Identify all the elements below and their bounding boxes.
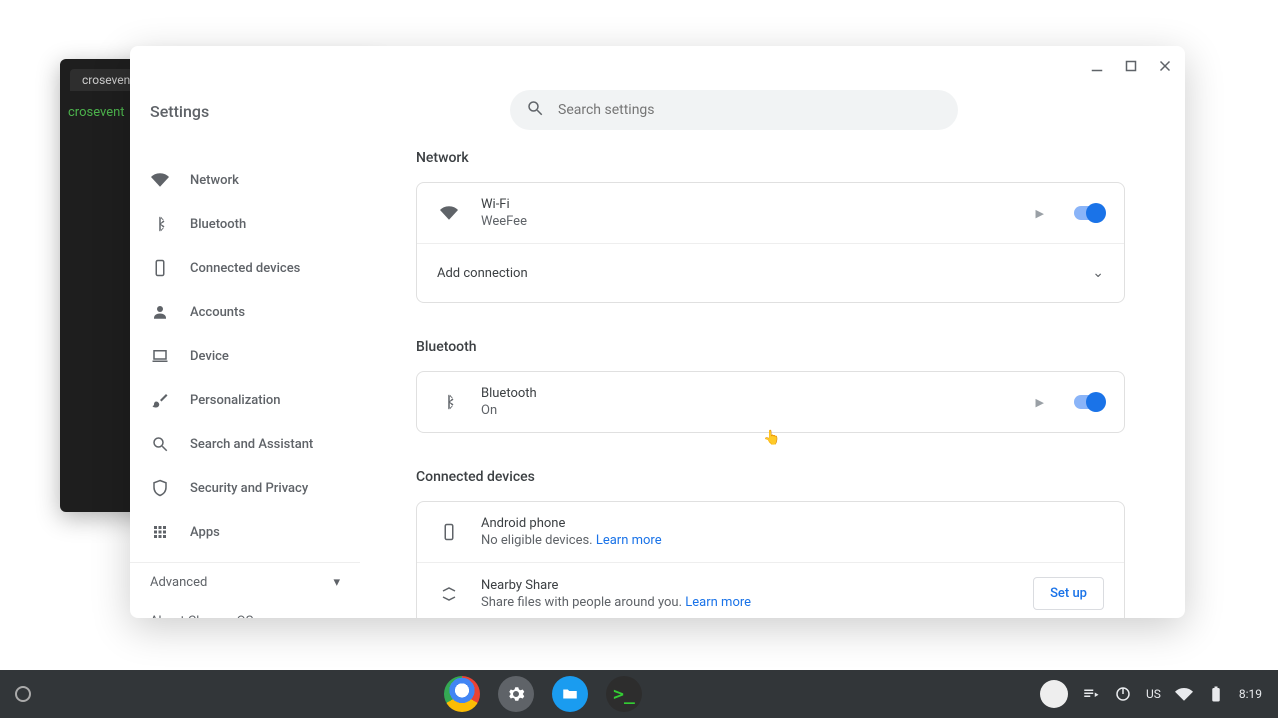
battery-tray-icon <box>1207 685 1225 703</box>
android-title: Android phone <box>481 516 1104 531</box>
settings-app[interactable] <box>498 676 534 712</box>
sidebar-item-label: Search and Assistant <box>190 437 313 452</box>
network-card: Wi-Fi WeeFee ▶ Add connection ⌄ <box>416 182 1125 303</box>
apps-icon <box>150 522 170 542</box>
nearby-icon <box>437 582 461 606</box>
sidebar-item-label: Security and Privacy <box>190 481 308 496</box>
shelf: >_ US 8:19 <box>0 670 1278 718</box>
bluetooth-title: Bluetooth <box>481 386 1036 401</box>
bluetooth-status: On <box>481 403 1036 418</box>
wifi-icon <box>150 170 170 190</box>
terminal-prompt: crosevent <box>68 105 125 120</box>
sidebar-item-label: Connected devices <box>190 261 300 276</box>
section-title-connected: Connected devices <box>416 469 1125 485</box>
nearby-sub: Share files with people around you. Lear… <box>481 595 1033 610</box>
shelf-apps: >_ <box>46 676 1040 712</box>
sidebar-about[interactable]: About Chrome OS <box>130 602 360 618</box>
wifi-row[interactable]: Wi-Fi WeeFee ▶ <box>417 183 1124 244</box>
terminal-app[interactable]: >_ <box>606 676 642 712</box>
sidebar-item-search[interactable]: Search and Assistant <box>130 422 360 466</box>
brush-icon <box>150 390 170 410</box>
sidebar-item-label: Personalization <box>190 393 281 408</box>
bluetooth-toggle[interactable] <box>1074 395 1104 409</box>
setup-button[interactable]: Set up <box>1033 577 1104 610</box>
sidebar-item-label: Device <box>190 349 229 364</box>
sidebar-item-connected[interactable]: Connected devices <box>130 246 360 290</box>
section-title-network: Network <box>416 150 1125 166</box>
nearby-share-row[interactable]: Nearby Share Share files with people aro… <box>417 563 1124 618</box>
sidebar-item-label: Network <box>190 173 239 188</box>
sidebar-item-label: Accounts <box>190 305 245 320</box>
wifi-name: WeeFee <box>481 214 1036 229</box>
add-connection-row[interactable]: Add connection ⌄ <box>417 244 1124 302</box>
android-phone-row[interactable]: Android phone No eligible devices. Learn… <box>417 502 1124 563</box>
playlist-icon[interactable] <box>1082 685 1100 703</box>
clock[interactable]: 8:19 <box>1239 687 1262 701</box>
search-icon <box>150 434 170 454</box>
phone-icon <box>150 258 170 278</box>
chevron-down-icon: ▾ <box>333 575 340 590</box>
page-title: Settings <box>150 102 209 121</box>
bluetooth-row[interactable]: Bluetooth On ▶ <box>417 372 1124 432</box>
android-sub: No eligible devices. Learn more <box>481 533 1104 548</box>
phone-icon <box>437 520 461 544</box>
sidebar-item-label: Bluetooth <box>190 217 246 232</box>
add-connection-label: Add connection <box>437 266 1092 281</box>
search-input[interactable] <box>558 102 942 118</box>
sidebar-item-device[interactable]: Device <box>130 334 360 378</box>
shield-icon <box>150 478 170 498</box>
wifi-icon <box>437 201 461 225</box>
sidebar-item-security[interactable]: Security and Privacy <box>130 466 360 510</box>
launcher-button[interactable] <box>15 686 31 702</box>
wifi-tray-icon <box>1175 685 1193 703</box>
files-app[interactable] <box>552 676 588 712</box>
settings-window: Settings Network Bluetooth Connected dev… <box>130 46 1185 618</box>
section-title-bluetooth: Bluetooth <box>416 339 1125 355</box>
laptop-icon <box>150 346 170 366</box>
sidebar-item-accounts[interactable]: Accounts <box>130 290 360 334</box>
avatar[interactable] <box>1040 680 1068 708</box>
connected-card: Android phone No eligible devices. Learn… <box>416 501 1125 618</box>
bluetooth-icon <box>437 390 461 414</box>
nearby-title: Nearby Share <box>481 578 1033 593</box>
sidebar-item-apps[interactable]: Apps <box>130 510 360 554</box>
sidebar: Settings Network Bluetooth Connected dev… <box>130 46 360 618</box>
ime-indicator[interactable]: US <box>1146 687 1161 701</box>
sidebar-item-personalization[interactable]: Personalization <box>130 378 360 422</box>
sidebar-item-network[interactable]: Network <box>130 158 360 202</box>
search-bar[interactable] <box>510 90 958 130</box>
sidebar-advanced[interactable]: Advanced ▾ <box>130 562 360 602</box>
chevron-right-icon: ▶ <box>1036 207 1044 220</box>
wifi-title: Wi-Fi <box>481 197 1036 212</box>
advanced-label: Advanced <box>150 575 207 590</box>
learn-more-link[interactable]: Learn more <box>685 595 751 610</box>
chevron-down-icon: ⌄ <box>1092 265 1104 281</box>
wifi-toggle[interactable] <box>1074 206 1104 220</box>
person-icon <box>150 302 170 322</box>
power-icon <box>1114 685 1132 703</box>
status-tray[interactable]: US 8:19 <box>1040 680 1278 708</box>
bluetooth-card: Bluetooth On ▶ <box>416 371 1125 433</box>
learn-more-link[interactable]: Learn more <box>596 533 662 548</box>
chrome-app[interactable] <box>444 676 480 712</box>
sidebar-item-bluetooth[interactable]: Bluetooth <box>130 202 360 246</box>
search-icon <box>526 99 544 121</box>
chevron-right-icon: ▶ <box>1036 396 1044 409</box>
main-content: Network Wi-Fi WeeFee ▶ Add connection <box>360 46 1185 618</box>
bluetooth-icon <box>150 214 170 234</box>
sidebar-item-label: Apps <box>190 525 220 540</box>
